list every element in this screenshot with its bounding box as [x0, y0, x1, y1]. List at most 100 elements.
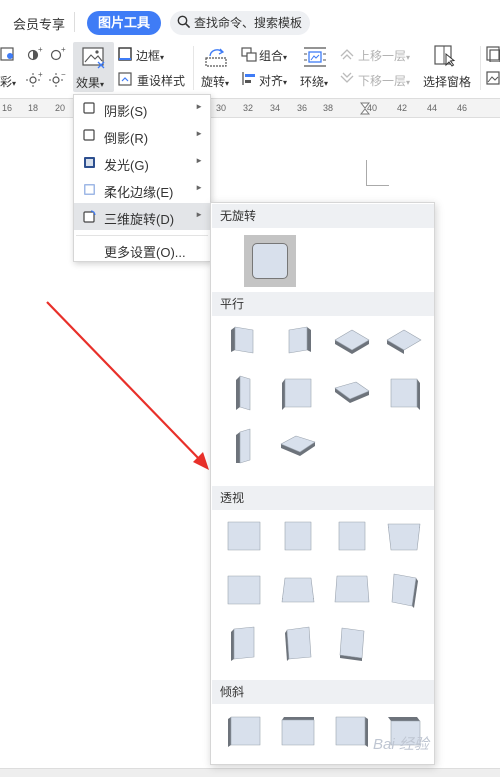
- selection-pane-button[interactable]: 选择窗格: [423, 73, 471, 90]
- preset-face: [335, 716, 366, 746]
- rotation-preset[interactable]: [285, 626, 312, 661]
- rotation-preset[interactable]: [386, 329, 422, 354]
- border-icon: [118, 47, 132, 61]
- effects-menu: 阴影(S) ► 倒影(R) ► 发光(G) ► 柔化边缘(E) ► 三维旋转(D) ► 更…: [73, 94, 211, 262]
- rotation-preset[interactable]: [334, 575, 370, 603]
- preset-face: [284, 378, 312, 408]
- rotation-preset[interactable]: [334, 329, 370, 354]
- border-button[interactable]: 边框▾: [136, 47, 164, 64]
- preset-face: [286, 626, 312, 660]
- rotation-preset[interactable]: [391, 573, 418, 608]
- crop-icon[interactable]: [486, 46, 500, 62]
- preset-face: [239, 375, 251, 411]
- tab-member[interactable]: 会员专享: [13, 14, 65, 33]
- send-backward-icon: [340, 72, 354, 83]
- glow-icon: [84, 157, 95, 168]
- ribbon-tab-bar: 会员专享 图片工具 查找命令、搜索模板: [0, 0, 500, 40]
- rotation-preset[interactable]: [227, 521, 261, 551]
- rotation-preset[interactable]: [282, 378, 312, 410]
- align-button[interactable]: 对齐▾: [259, 72, 287, 89]
- rotation-preset[interactable]: [335, 716, 368, 747]
- rotation-preset[interactable]: [284, 521, 312, 551]
- tab-picture-tools[interactable]: 图片工具: [87, 11, 161, 35]
- menu-item-more-settings[interactable]: 更多设置(O)...: [74, 236, 210, 263]
- color-icon: [0, 47, 14, 61]
- rotation-preset[interactable]: [231, 326, 254, 354]
- menu-item-3d-rotation[interactable]: 三维旋转(D) ►: [74, 203, 210, 230]
- toolbar-divider: [193, 46, 194, 90]
- color-button[interactable]: 彩▾: [0, 73, 16, 90]
- rotation-preset[interactable]: [280, 435, 316, 456]
- menu-item-glow[interactable]: 发光(G) ►: [74, 149, 210, 176]
- preset-edge: [365, 717, 368, 747]
- chevron-right-icon: ►: [195, 102, 203, 111]
- menu-item-soft-edge[interactable]: 柔化边缘(E) ►: [74, 176, 210, 203]
- rotation-preset[interactable]: [281, 717, 315, 746]
- preset-edge: [388, 717, 420, 721]
- page-corner-mark: [366, 160, 367, 186]
- svg-text:−: −: [61, 71, 66, 79]
- preset-face: [230, 716, 261, 746]
- effects-label: 效果: [76, 76, 101, 90]
- watermark: Bai 经验: [373, 736, 429, 753]
- preset-face: [284, 521, 312, 551]
- rotation-preset[interactable]: [339, 627, 365, 661]
- picture-icon[interactable]: [486, 71, 500, 85]
- preset-face: [233, 626, 255, 660]
- rotation-preset[interactable]: [288, 326, 311, 354]
- effects-button[interactable]: 效果▾: [73, 42, 114, 92]
- rotate-icon: [205, 48, 227, 67]
- bring-forward-button[interactable]: 上移一层▾: [358, 47, 410, 64]
- preset-edge: [282, 717, 314, 720]
- rotation-preset[interactable]: [228, 716, 261, 747]
- align-icon: [242, 72, 255, 85]
- rotation-preset[interactable]: [334, 381, 370, 403]
- svg-text:+: +: [61, 46, 66, 54]
- menu-item-shadow[interactable]: 阴影(S) ►: [74, 95, 210, 122]
- indent-marker-icon[interactable]: [360, 102, 370, 115]
- status-strip: [0, 768, 500, 777]
- brightness-up-icon[interactable]: +: [26, 46, 44, 62]
- ruler-mark: 34: [270, 103, 281, 113]
- chevron-right-icon: ►: [195, 183, 203, 192]
- ruler-mark: 44: [427, 103, 438, 113]
- group-icon: [241, 47, 257, 62]
- chevron-right-icon: ►: [195, 156, 203, 165]
- selection-pane-icon: [434, 45, 456, 67]
- rotation-preset[interactable]: [231, 626, 255, 661]
- brightness-down-icon[interactable]: +: [26, 71, 44, 87]
- rotation-preset[interactable]: [390, 378, 420, 410]
- group-button[interactable]: 组合▾: [259, 47, 287, 64]
- preset-face: [234, 326, 254, 354]
- ruler-mark: 16: [2, 103, 13, 113]
- command-search-placeholder: 查找命令、搜索模板: [194, 16, 303, 30]
- chevron-right-icon: ►: [195, 210, 203, 219]
- rotation-preset[interactable]: [236, 375, 251, 411]
- svg-text:+: +: [38, 46, 43, 54]
- bring-forward-icon: [340, 49, 354, 60]
- preset-face: [339, 627, 365, 659]
- page-corner-mark: [367, 185, 389, 186]
- preset-face: [227, 575, 261, 605]
- preset-edge: [307, 327, 311, 352]
- picture-effects-icon: [82, 47, 105, 69]
- reset-style-icon: [118, 72, 132, 86]
- reset-style-button[interactable]: 重设样式: [137, 72, 185, 89]
- send-backward-button[interactable]: 下移一层▾: [358, 72, 410, 89]
- preset-face: [334, 575, 370, 603]
- chevron-down-icon: ▾: [100, 80, 105, 89]
- ruler-mark: 18: [28, 103, 39, 113]
- rotation-preset[interactable]: [227, 575, 261, 605]
- rotation-preset[interactable]: [387, 523, 421, 551]
- rotate-button[interactable]: 旋转▾: [201, 73, 229, 90]
- rotation-preset[interactable]: [281, 577, 315, 603]
- toolbar-divider: [480, 46, 481, 90]
- contrast-down-icon[interactable]: −: [49, 71, 67, 87]
- preset-edge: [282, 379, 285, 410]
- rotation-preset[interactable]: [236, 428, 251, 464]
- command-search[interactable]: 查找命令、搜索模板: [170, 11, 310, 35]
- wrap-button[interactable]: 环绕▾: [300, 73, 328, 90]
- contrast-up-icon[interactable]: +: [49, 46, 67, 62]
- rotation-preset[interactable]: [338, 521, 366, 551]
- menu-item-reflection[interactable]: 倒影(R) ►: [74, 122, 210, 149]
